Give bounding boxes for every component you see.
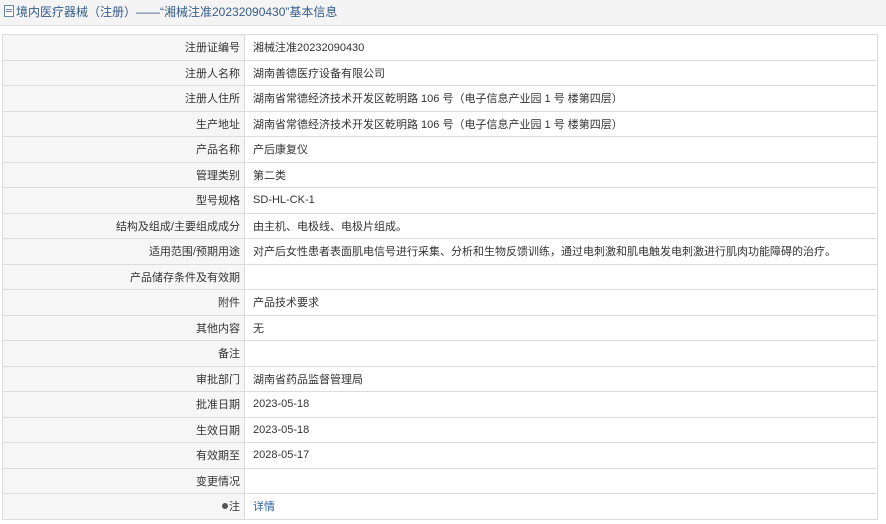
table-row: 适用范围/预期用途 对产后女性患者表面肌电信号进行采集、分析和生物反馈训练，通过… — [2, 238, 878, 265]
table-row: 变更情况 — [2, 467, 878, 494]
table-row: 注册证编号 湘械注准20232090430 — [2, 34, 878, 61]
row-value: 湘械注准20232090430 — [244, 34, 878, 61]
page-title-bar: 境内医疗器械（注册）——“湘械注准20232090430”基本信息 — [0, 0, 886, 26]
row-value: 产品技术要求 — [244, 289, 878, 316]
row-label: 产品储存条件及有效期 — [2, 263, 245, 290]
row-value: 湖南善德医疗设备有限公司 — [244, 59, 878, 86]
row-value: 第二类 — [244, 161, 878, 188]
note-value-cell: 详情 — [244, 493, 878, 520]
table-row: 附件 产品技术要求 — [2, 289, 878, 316]
row-value: 无 — [244, 314, 878, 341]
row-value — [244, 340, 878, 367]
note-label-cell: 注 — [2, 493, 245, 520]
row-value: 湖南省常德经济技术开发区乾明路 106 号（电子信息产业园 1 号 楼第四层） — [244, 110, 878, 137]
row-value: SD-HL-CK-1 — [244, 187, 878, 214]
table-row: 其他内容 无 — [2, 314, 878, 341]
row-label: 注册人名称 — [2, 59, 245, 86]
row-value: 产后康复仪 — [244, 136, 878, 163]
table-row: 注册人住所 湖南省常德经济技术开发区乾明路 106 号（电子信息产业园 1 号 … — [2, 85, 878, 112]
table-row: 型号规格 SD-HL-CK-1 — [2, 187, 878, 214]
table-row: 结构及组成/主要组成成分 由主机、电极线、电极片组成。 — [2, 212, 878, 239]
table-row: 注册人名称 湖南善德医疗设备有限公司 — [2, 59, 878, 86]
row-value: 湖南省常德经济技术开发区乾明路 106 号（电子信息产业园 1 号 楼第四层） — [244, 85, 878, 112]
row-label: 适用范围/预期用途 — [2, 238, 245, 265]
row-label: 结构及组成/主要组成成分 — [2, 212, 245, 239]
row-value: 对产后女性患者表面肌电信号进行采集、分析和生物反馈训练，通过电刺激和肌电触发电刺… — [244, 238, 878, 265]
row-label: 审批部门 — [2, 365, 245, 392]
row-label: 生效日期 — [2, 416, 245, 443]
info-table: 注册证编号 湘械注准20232090430 注册人名称 湖南善德医疗设备有限公司… — [2, 34, 878, 520]
row-value: 2028-05-17 — [244, 442, 878, 469]
row-label: 生产地址 — [2, 110, 245, 137]
row-value: 2023-05-18 — [244, 391, 878, 418]
row-label: 变更情况 — [2, 467, 245, 494]
row-label: 附件 — [2, 289, 245, 316]
note-row: 注 详情 — [2, 493, 878, 520]
pin-icon — [222, 503, 228, 510]
table-row: 产品名称 产后康复仪 — [2, 136, 878, 163]
row-value: 2023-05-18 — [244, 416, 878, 443]
table-row: 有效期至 2028-05-17 — [2, 442, 878, 469]
table-row: 产品储存条件及有效期 — [2, 263, 878, 290]
table-row: 管理类别 第二类 — [2, 161, 878, 188]
page-title: 境内医疗器械（注册）——“湘械注准20232090430”基本信息 — [16, 5, 338, 19]
row-value — [244, 263, 878, 290]
document-icon — [4, 5, 14, 17]
row-value — [244, 467, 878, 494]
table-row: 审批部门 湖南省药品监督管理局 — [2, 365, 878, 392]
note-label: 注 — [229, 501, 240, 514]
row-label: 注册人住所 — [2, 85, 245, 112]
table-row: 生效日期 2023-05-18 — [2, 416, 878, 443]
table-row: 批准日期 2023-05-18 — [2, 391, 878, 418]
row-label: 注册证编号 — [2, 34, 245, 61]
row-label: 管理类别 — [2, 161, 245, 188]
row-label: 型号规格 — [2, 187, 245, 214]
row-value: 湖南省药品监督管理局 — [244, 365, 878, 392]
table-row: 生产地址 湖南省常德经济技术开发区乾明路 106 号（电子信息产业园 1 号 楼… — [2, 110, 878, 137]
row-value: 由主机、电极线、电极片组成。 — [244, 212, 878, 239]
details-link[interactable]: 详情 — [253, 501, 275, 513]
row-label: 其他内容 — [2, 314, 245, 341]
row-label: 备注 — [2, 340, 245, 367]
row-label: 有效期至 — [2, 442, 245, 469]
row-label: 批准日期 — [2, 391, 245, 418]
row-label: 产品名称 — [2, 136, 245, 163]
table-row: 备注 — [2, 340, 878, 367]
